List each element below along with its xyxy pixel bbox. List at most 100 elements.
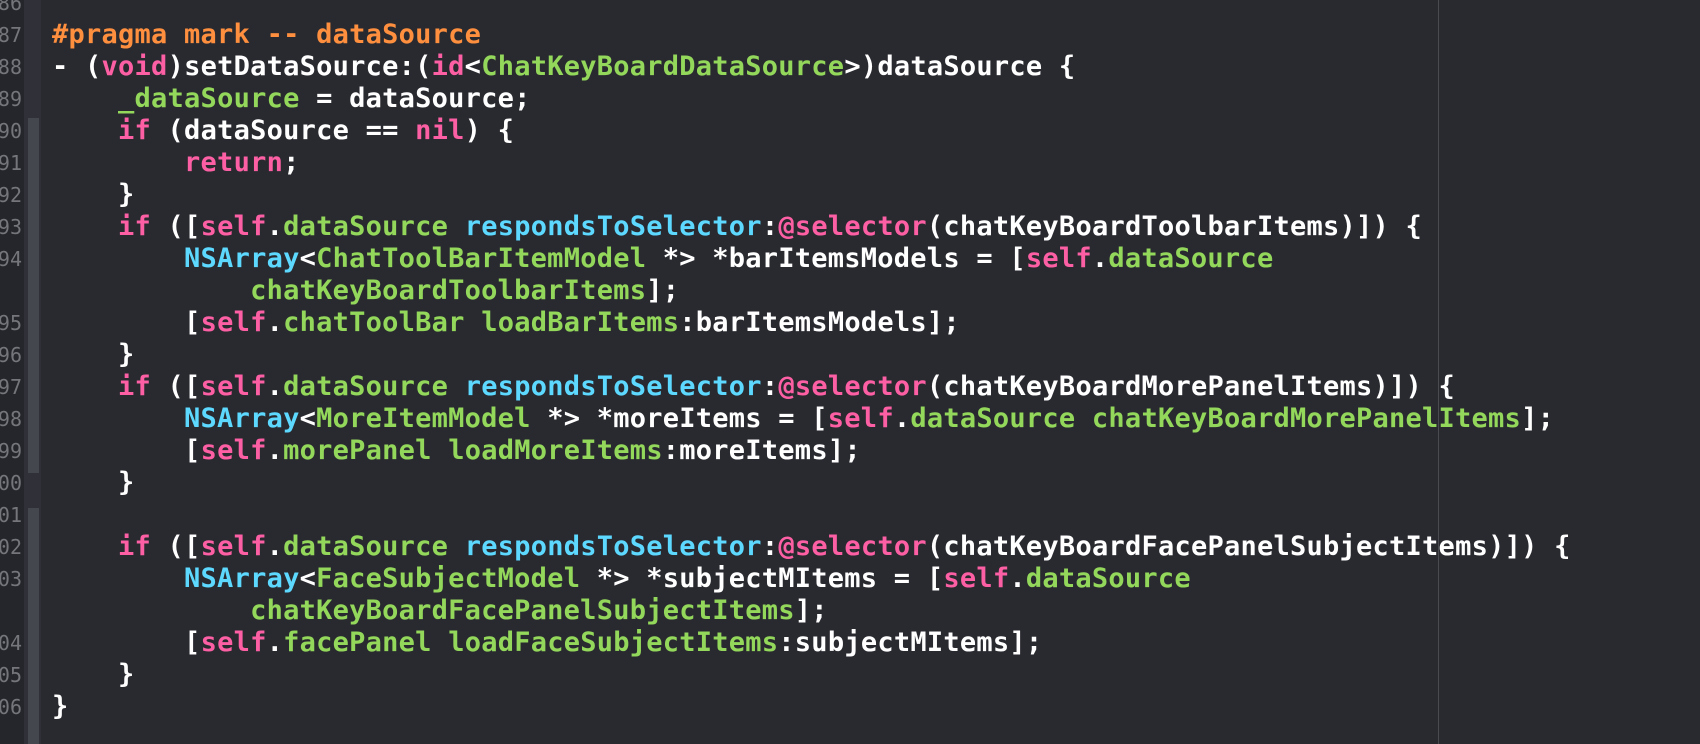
code-line[interactable]: 102 if ([self.dataSource respondsToSelec… — [0, 531, 1700, 563]
code-text[interactable]: if ([self.dataSource respondsToSelector:… — [52, 371, 1455, 403]
line-number — [0, 275, 22, 307]
code-text[interactable]: } — [52, 659, 135, 691]
code-token: @selector — [778, 371, 927, 402]
code-text[interactable]: NSArray<FaceSubjectModel *> *subjectMIte… — [52, 563, 1191, 595]
code-token: : — [761, 371, 779, 402]
code-token: [ — [52, 627, 201, 658]
code-line[interactable]: 100 } — [0, 467, 1700, 499]
code-text[interactable]: } — [52, 339, 135, 371]
code-token: . — [266, 531, 284, 562]
code-token: FaceSubjectModel — [316, 563, 581, 594]
code-line[interactable]: 87 #pragma mark -- dataSource — [0, 19, 1700, 51]
code-token: (chatKeyBoardFacePanelSubjectItems)]) { — [926, 531, 1571, 562]
code-token: respondsToSelector — [464, 531, 762, 562]
line-number: 101 — [0, 503, 22, 527]
code-token: id — [431, 51, 465, 82]
code-text[interactable]: } — [52, 179, 135, 211]
code-text[interactable]: } — [52, 467, 135, 499]
code-text[interactable]: } — [52, 691, 69, 723]
line-number: 86 — [0, 0, 22, 15]
line-number: 89 — [0, 87, 22, 111]
code-token: >)dataSource { — [844, 51, 1076, 82]
code-text[interactable]: chatKeyBoardFacePanelSubjectItems]; — [52, 595, 828, 627]
code-line[interactable]: 89 _dataSource = dataSource; — [0, 83, 1700, 115]
code-editor[interactable]: 86 87 #pragma mark -- dataSource 88 - (void)… — [0, 0, 1700, 744]
code-line[interactable]: 96 } — [0, 339, 1700, 371]
code-line[interactable]: 88 - (void)setDataSource:(id<ChatKeyBoard… — [0, 51, 1700, 83]
code-token: _dataSource — [118, 83, 300, 114]
code-text[interactable]: if (dataSource == nil) { — [52, 115, 514, 147]
code-token: NSArray — [184, 563, 300, 594]
code-line[interactable]: 99 [self.morePanel loadMoreItems:moreIte… — [0, 435, 1700, 467]
code-text[interactable]: [self.facePanel loadFaceSubjectItems:sub… — [52, 627, 1042, 659]
code-token: MoreItemModel — [316, 403, 531, 434]
code-token: dataSource — [910, 403, 1076, 434]
code-line[interactable]: chatKeyBoardFacePanelSubjectItems]; — [0, 595, 1700, 627]
line-number: 105 — [0, 663, 22, 687]
code-text[interactable]: #pragma mark -- dataSource — [52, 19, 481, 51]
code-line[interactable]: 92 } — [0, 179, 1700, 211]
code-text[interactable]: [self.morePanel loadMoreItems:moreItems]… — [52, 435, 861, 467]
code-token: : — [761, 211, 779, 242]
code-token: NSArray — [184, 243, 300, 274]
code-text[interactable]: [self.chatToolBar loadBarItems:barItemsM… — [52, 307, 960, 339]
code-token: self — [200, 307, 267, 338]
code-token: . — [266, 627, 284, 658]
code-text[interactable]: NSArray<MoreItemModel *> *moreItems = [s… — [52, 403, 1554, 435]
code-token: (chatKeyBoardToolbarItems)]) { — [926, 211, 1423, 242]
code-token: dataSource — [1025, 563, 1191, 594]
code-text[interactable]: return; — [52, 147, 300, 179]
code-line[interactable]: 106} — [0, 691, 1700, 723]
code-token: ChatToolBarItemModel — [316, 243, 647, 274]
code-token: if — [118, 531, 152, 562]
code-token: [ — [52, 435, 201, 466]
code-line[interactable]: 95 [self.chatToolBar loadBarItems:barIte… — [0, 307, 1700, 339]
code-line[interactable]: 94 NSArray<ChatToolBarItemModel *> *barI… — [0, 243, 1700, 275]
code-text[interactable]: - (void)setDataSource:(id<ChatKeyBoardDa… — [52, 51, 1075, 83]
code-token: = dataSource; — [299, 83, 531, 114]
code-line[interactable]: 86 — [0, 0, 1700, 19]
code-text[interactable]: if ([self.dataSource respondsToSelector:… — [52, 531, 1571, 563]
code-token: [ — [52, 307, 201, 338]
code-token: ; — [283, 147, 300, 178]
code-token: return — [184, 147, 284, 178]
code-line[interactable]: 101 — [0, 499, 1700, 531]
code-line[interactable]: chatKeyBoardToolbarItems]; — [0, 275, 1700, 307]
code-token: @selector — [778, 211, 927, 242]
code-line[interactable]: 105 } — [0, 659, 1700, 691]
line-number: 91 — [0, 151, 22, 175]
code-line[interactable]: 97 if ([self.dataSource respondsToSelect… — [0, 371, 1700, 403]
code-line[interactable]: 103 NSArray<FaceSubjectModel *> *subject… — [0, 563, 1700, 595]
code-token: respondsToSelector — [464, 371, 762, 402]
code-line[interactable]: 104 [self.facePanel loadFaceSubjectItems… — [0, 627, 1700, 659]
code-text[interactable]: if ([self.dataSource respondsToSelector:… — [52, 211, 1422, 243]
code-line[interactable]: 91 return; — [0, 147, 1700, 179]
code-text[interactable]: NSArray<ChatToolBarItemModel *> *barItem… — [52, 243, 1273, 275]
line-number: 90 — [0, 119, 22, 143]
line-number: 95 — [0, 311, 22, 335]
line-number: 106 — [0, 695, 22, 719]
code-line[interactable]: 98 NSArray<MoreItemModel *> *moreItems =… — [0, 403, 1700, 435]
code-text[interactable]: chatKeyBoardToolbarItems]; — [52, 275, 679, 307]
code-text[interactable]: _dataSource = dataSource; — [52, 83, 531, 115]
code-token: morePanel — [283, 435, 432, 466]
code-line[interactable]: 93 if ([self.dataSource respondsToSelect… — [0, 211, 1700, 243]
code-token: void — [101, 51, 168, 82]
line-number: 100 — [0, 471, 22, 495]
code-line[interactable]: 90 if (dataSource == nil) { — [0, 115, 1700, 147]
line-number: 96 — [0, 343, 22, 367]
code-token: ) { — [464, 115, 515, 146]
code-token: self — [200, 531, 267, 562]
code-token: . — [1091, 243, 1109, 274]
code-token: . — [266, 435, 284, 466]
line-number: 99 — [0, 439, 22, 463]
code-token: *> *moreItems = [ — [530, 403, 828, 434]
code-token: ]; — [1521, 403, 1555, 434]
code-token: self — [200, 435, 267, 466]
